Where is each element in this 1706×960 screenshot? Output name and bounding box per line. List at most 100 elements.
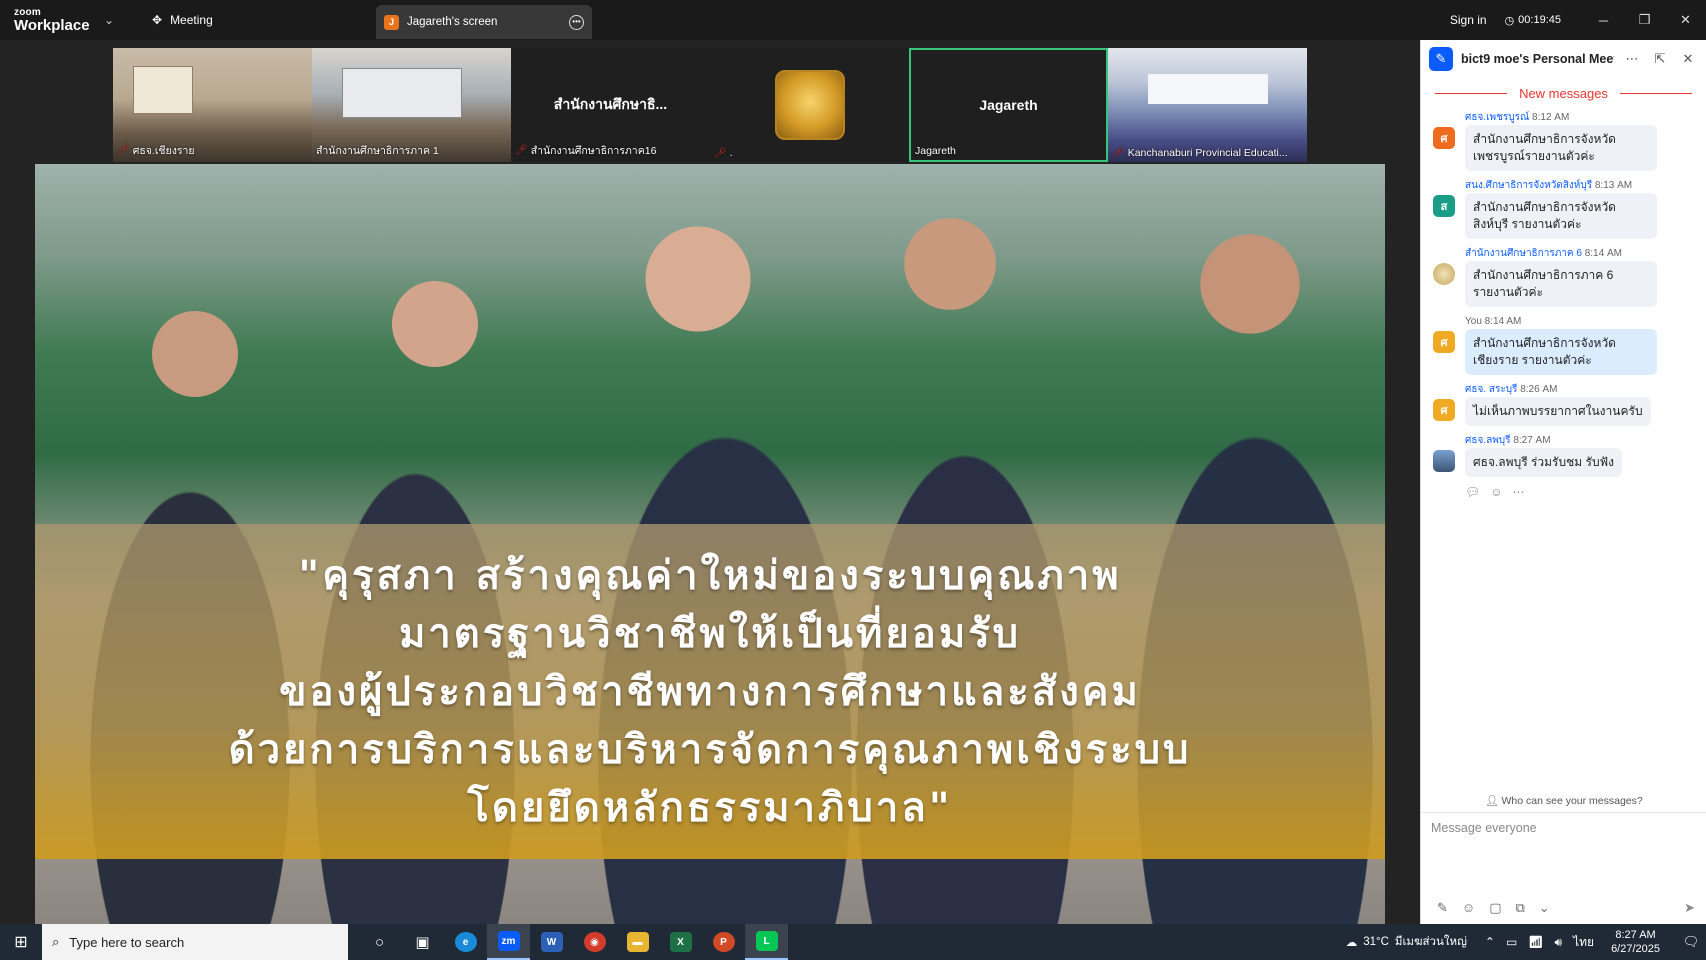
title-bar-right: Sign in ◷ 00:19:45 ─ ❐ ✕: [1450, 0, 1706, 40]
more-options-icon[interactable]: •••: [569, 14, 584, 30]
participant-name: 🎤︎ ศธจ.เชียงราย: [117, 142, 195, 159]
message-text: สำนักงานศึกษาธิการภาค 6 รายงานตัวค่ะ: [1465, 261, 1657, 307]
taskbar-apps: ○ ▣ e zm W ◉ ▬ X P L: [358, 924, 788, 960]
meeting-tab-label: Meeting: [170, 13, 213, 27]
people-icon: ✥: [152, 13, 163, 27]
participant-tile[interactable]: 🎤︎ ศธจ.เชียงราย: [113, 48, 312, 162]
message-time: 8:14 AM: [1484, 316, 1522, 327]
minimize-icon[interactable]: ─: [1583, 13, 1624, 28]
mic-muted-icon: 🎤︎: [117, 145, 130, 156]
excel-app: X: [669, 932, 692, 952]
file-explorer-icon[interactable]: ▬: [616, 924, 659, 960]
taskbar-clock[interactable]: 8:27 AM 6/27/2025: [1611, 928, 1660, 956]
line-app-icon[interactable]: L: [745, 924, 788, 960]
banner-line: "คุรุสภา สร้างคุณค่าใหม่ของระบบคุณภาพ: [298, 552, 1122, 599]
mic-muted-icon: 🎤︎: [515, 145, 528, 156]
meeting-timer: ◷ 00:19:45: [1505, 14, 1561, 27]
participant-name: สำนักงานศึกษาธิการภาค 1: [316, 142, 439, 159]
participant-name-text: Kanchanaburi Provincial Educati...: [1127, 147, 1288, 159]
windows-start-icon[interactable]: ⊞: [0, 932, 42, 952]
network-icon[interactable]: 📶︎: [1528, 935, 1543, 949]
cortana-icon[interactable]: ○: [358, 924, 401, 960]
taskbar-search[interactable]: ⌕ Type here to search: [42, 924, 348, 960]
edge-icon[interactable]: e: [444, 924, 487, 960]
chat-edit-icon[interactable]: ✎: [1429, 47, 1453, 71]
more-icon[interactable]: ⋯: [1622, 51, 1642, 67]
message-input-area[interactable]: Message everyone ✎ ☺ ▢ ⧉ ⌄ ➤: [1421, 812, 1706, 924]
participant-name-text: สำนักงานศึกษาธิการภาค16: [530, 145, 657, 157]
message-text: สำนักงานศึกษาธิการจังหวัดสิงห์บุรี รายงา…: [1465, 193, 1657, 239]
chrome-app: ◉: [583, 932, 606, 952]
emoji-icon[interactable]: ☺: [1462, 900, 1475, 916]
volume-icon[interactable]: 🔊︎: [1555, 935, 1563, 950]
close-chat-icon[interactable]: ✕: [1678, 51, 1698, 67]
shared-text-banner: "คุรุสภา สร้างคุณค่าใหม่ของระบบคุณภาพ มา…: [35, 524, 1385, 859]
notification-icon[interactable]: 🗨︎: [1676, 934, 1706, 950]
language-indicator[interactable]: ไทย: [1573, 933, 1594, 952]
participant-tile-active-speaker[interactable]: Jagareth Jagareth: [909, 48, 1108, 162]
message-text: สำนักงานศึกษาธิการจังหวัดเชียงราย รายงาน…: [1465, 329, 1657, 375]
participant-tile[interactable]: สำนักงานศึกษาธิ... 🎤︎ สำนักงานศึกษาธิการภ…: [511, 48, 710, 162]
chrome-icon[interactable]: ◉: [573, 924, 616, 960]
meeting-tab[interactable]: ✥ Meeting: [152, 0, 213, 40]
who-can-see-link[interactable]: 👤︎ Who can see your messages?: [1421, 794, 1706, 807]
chevron-up-icon[interactable]: ⌃: [1485, 935, 1495, 949]
chat-message[interactable]: ศธจ.ลพบุรี 8:27 AM ศธจ.ลพบุรี ร่วมรับชม …: [1421, 434, 1706, 477]
sharer-badge: J: [384, 14, 399, 30]
chat-title[interactable]: bict9 moe's Personal Meetin...: [1461, 52, 1614, 66]
shared-screen[interactable]: "คุรุสภา สร้างคุณค่าใหม่ของระบบคุณภาพ มา…: [35, 164, 1385, 924]
participant-name-text: สำนักงานศึกษาธิการภาค 1: [316, 145, 439, 157]
tile-video-content: [342, 68, 462, 118]
chat-message-own[interactable]: ศ You 8:14 AM สำนักงานศึกษาธิการจังหวัดเ…: [1421, 315, 1706, 375]
restore-icon[interactable]: ❐: [1624, 12, 1665, 28]
message-time: 8:12 AM: [1532, 112, 1570, 123]
chevron-down-icon[interactable]: ⌄: [104, 13, 124, 27]
chat-panel: ✎ bict9 moe's Personal Meetin... ⋯ ⇱ ✕ N…: [1420, 40, 1706, 924]
file-icon[interactable]: ▢: [1489, 900, 1501, 916]
zoom-app-icon[interactable]: zm: [487, 924, 530, 960]
chat-message[interactable]: สำนักงานศึกษาธิการภาค 6 8:14 AM สำนักงาน…: [1421, 247, 1706, 307]
excel-icon[interactable]: X: [659, 924, 702, 960]
sender-avatar: ศ: [1433, 127, 1455, 149]
screenshot-icon[interactable]: ⧉: [1515, 900, 1524, 916]
screen-share-tab[interactable]: J Jagareth's screen •••: [376, 5, 592, 39]
message-time: 8:14 AM: [1584, 248, 1622, 259]
battery-icon[interactable]: ▭: [1506, 935, 1517, 949]
message-meta: สนง.ศึกษาธิการจังหวัดสิงห์บุรี 8:13 AM: [1465, 179, 1706, 193]
more-actions-icon[interactable]: ⋯: [1513, 485, 1525, 499]
tile-video-content: [133, 66, 193, 114]
popout-icon[interactable]: ⇱: [1650, 51, 1670, 67]
emoji-react-icon[interactable]: ☺: [1490, 485, 1502, 499]
task-view-icon[interactable]: ▣: [401, 924, 444, 960]
format-icon[interactable]: ✎: [1437, 900, 1448, 916]
message-text: สำนักงานศึกษาธิการจังหวัดเพชรบูรณ์รายงาน…: [1465, 125, 1657, 171]
zoom-logo[interactable]: zoom Workplace: [0, 7, 100, 33]
sign-in-button[interactable]: Sign in: [1450, 13, 1487, 27]
meeting-stage: 🎤︎ ศธจ.เชียงราย สำนักงานศึกษาธิการภาค 1 ส…: [0, 40, 1420, 924]
windows-taskbar: ⊞ ⌕ Type here to search ○ ▣ e zm W ◉ ▬ X…: [0, 924, 1706, 960]
search-icon: ⌕: [52, 934, 60, 949]
reply-icon[interactable]: 💬︎: [1465, 485, 1480, 499]
word-icon[interactable]: W: [530, 924, 573, 960]
participant-tile[interactable]: สำนักงานศึกษาธิการภาค 1: [312, 48, 511, 162]
sender-avatar: [1433, 263, 1455, 285]
divider-line: [1619, 93, 1692, 94]
send-icon[interactable]: ➤: [1684, 900, 1695, 916]
message-input[interactable]: Message everyone: [1431, 821, 1537, 835]
title-bar: zoom Workplace ⌄ ✥ Meeting J Jagareth's …: [0, 0, 1706, 40]
line-app: L: [755, 931, 778, 951]
chat-message[interactable]: ศ ศธจ.เพชรบูรณ์ 8:12 AM สำนักงานศึกษาธิก…: [1421, 111, 1706, 171]
powerpoint-icon[interactable]: P: [702, 924, 745, 960]
screen-tab-label: Jagareth's screen: [407, 16, 498, 28]
chat-message[interactable]: ส สนง.ศึกษาธิการจังหวัดสิงห์บุรี 8:13 AM…: [1421, 179, 1706, 239]
participant-tile[interactable]: 🎤︎ Kanchanaburi Provincial Educati...: [1108, 48, 1307, 162]
message-meta: ศธจ.ลพบุรี 8:27 AM: [1465, 434, 1706, 448]
participant-tile[interactable]: 🎤︎.: [710, 48, 909, 162]
close-icon[interactable]: ✕: [1665, 12, 1706, 28]
divider-line: [1435, 93, 1508, 94]
weather-widget[interactable]: ☁ 31°C มีเมฆส่วนใหญ่: [1346, 933, 1467, 951]
chat-message[interactable]: ศ ศธจ. สระบุรี 8:26 AM ไม่เห็นภาพบรรยากา…: [1421, 383, 1706, 426]
chevron-down-icon[interactable]: ⌄: [1539, 900, 1550, 916]
weather-temp: 31°C: [1363, 936, 1389, 948]
weather-desc: มีเมฆส่วนใหญ่: [1394, 936, 1467, 948]
